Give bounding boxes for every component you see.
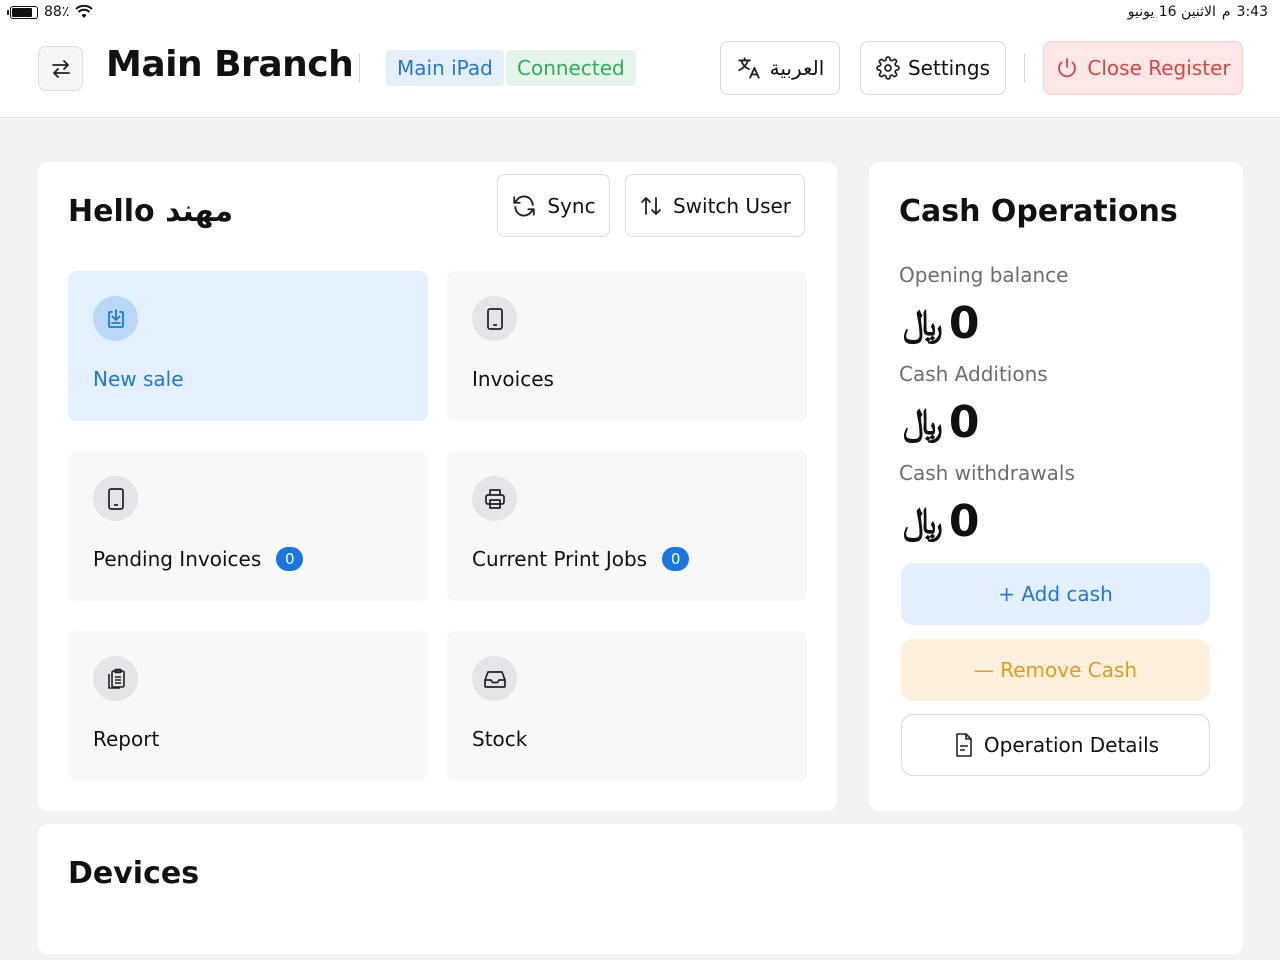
sync-button[interactable]: Sync <box>497 174 610 237</box>
language-label: العربية <box>769 56 825 80</box>
status-left: 88٪ <box>7 4 94 20</box>
page-title: Main Branch <box>106 44 354 85</box>
inbox-icon <box>472 656 517 701</box>
status-ampm: م <box>1221 4 1231 20</box>
opening-balance-value: ﷼ 0 <box>903 298 980 349</box>
close-register-button[interactable]: Close Register <box>1043 41 1243 95</box>
devices-panel: Devices <box>38 824 1243 954</box>
status-right: 3:43 م الاثنين 16 يونيو <box>1128 4 1268 20</box>
tablet-icon <box>472 296 517 341</box>
currency-icon: ﷼ <box>903 401 943 443</box>
battery-icon <box>7 5 38 19</box>
sync-label: Sync <box>547 193 596 218</box>
remove-cash-button[interactable]: — Remove Cash <box>901 639 1210 701</box>
operation-details-label: Operation Details <box>983 733 1160 757</box>
refresh-icon <box>513 195 536 216</box>
sort-arrows-icon <box>641 196 661 215</box>
settings-button[interactable]: Settings <box>860 41 1006 95</box>
swap-arrows-icon <box>51 59 70 78</box>
header-divider <box>359 54 360 82</box>
settings-label: Settings <box>907 56 991 80</box>
download-icon <box>93 296 138 341</box>
greeting: Hello مهند <box>68 194 234 229</box>
currency-icon: ﷼ <box>903 500 943 542</box>
switch-branch-button[interactable] <box>38 46 83 91</box>
tile-report[interactable]: Report <box>68 631 428 781</box>
cash-operations-panel: Cash Operations Opening balance ﷼ 0 Cash… <box>869 162 1243 811</box>
language-button[interactable]: العربية <box>720 41 840 95</box>
clipboard-icon <box>93 656 138 701</box>
tile-print-jobs[interactable]: Current Print Jobs 0 <box>447 451 807 601</box>
tile-label: Report <box>93 727 160 751</box>
add-cash-button[interactable]: + Add cash <box>901 563 1210 625</box>
print-jobs-count-badge: 0 <box>662 547 690 571</box>
close-register-label: Close Register <box>1087 56 1231 80</box>
translate-icon <box>737 57 760 79</box>
currency-icon: ﷼ <box>903 302 943 344</box>
wifi-icon <box>75 5 94 18</box>
tile-label: Pending Invoices 0 <box>93 547 304 571</box>
document-icon <box>956 733 972 757</box>
power-icon <box>1058 58 1077 78</box>
status-bar: 88٪ 3:43 م الاثنين 16 يونيو <box>0 0 1280 24</box>
header-divider-2 <box>1024 54 1025 82</box>
main-panel: Hello مهند Sync Switch User New sale Inv… <box>38 162 837 811</box>
tile-stock[interactable]: Stock <box>447 631 807 781</box>
tile-label: New sale <box>93 367 184 391</box>
device-badge: Main iPad <box>386 50 504 86</box>
status-time: 3:43 <box>1236 4 1268 20</box>
cash-additions-value: ﷼ 0 <box>903 397 980 448</box>
top-header: Main Branch Main iPad Connected العربية … <box>0 24 1280 118</box>
tile-label: Stock <box>472 727 528 751</box>
gear-icon <box>876 56 900 80</box>
operation-details-button[interactable]: Operation Details <box>901 714 1210 776</box>
devices-title: Devices <box>68 856 200 891</box>
switch-user-button[interactable]: Switch User <box>625 174 805 237</box>
connection-status-badge: Connected <box>506 50 636 86</box>
cash-withdrawals-label: Cash withdrawals <box>899 461 1075 485</box>
battery-percent: 88٪ <box>44 4 70 20</box>
tile-new-sale[interactable]: New sale <box>68 271 428 421</box>
cash-withdrawals-value: ﷼ 0 <box>903 496 980 547</box>
tile-label: Invoices <box>472 367 554 391</box>
cash-title: Cash Operations <box>899 194 1178 229</box>
status-date: الاثنين 16 يونيو <box>1127 4 1216 20</box>
tile-label: Current Print Jobs 0 <box>472 547 690 571</box>
pending-count-badge: 0 <box>276 547 304 571</box>
printer-icon <box>472 476 517 521</box>
tile-invoices[interactable]: Invoices <box>447 271 807 421</box>
switch-user-label: Switch User <box>672 193 792 218</box>
cash-additions-label: Cash Additions <box>899 362 1048 386</box>
opening-balance-label: Opening balance <box>899 263 1069 287</box>
tile-pending-invoices[interactable]: Pending Invoices 0 <box>68 451 428 601</box>
tablet-icon <box>93 476 138 521</box>
